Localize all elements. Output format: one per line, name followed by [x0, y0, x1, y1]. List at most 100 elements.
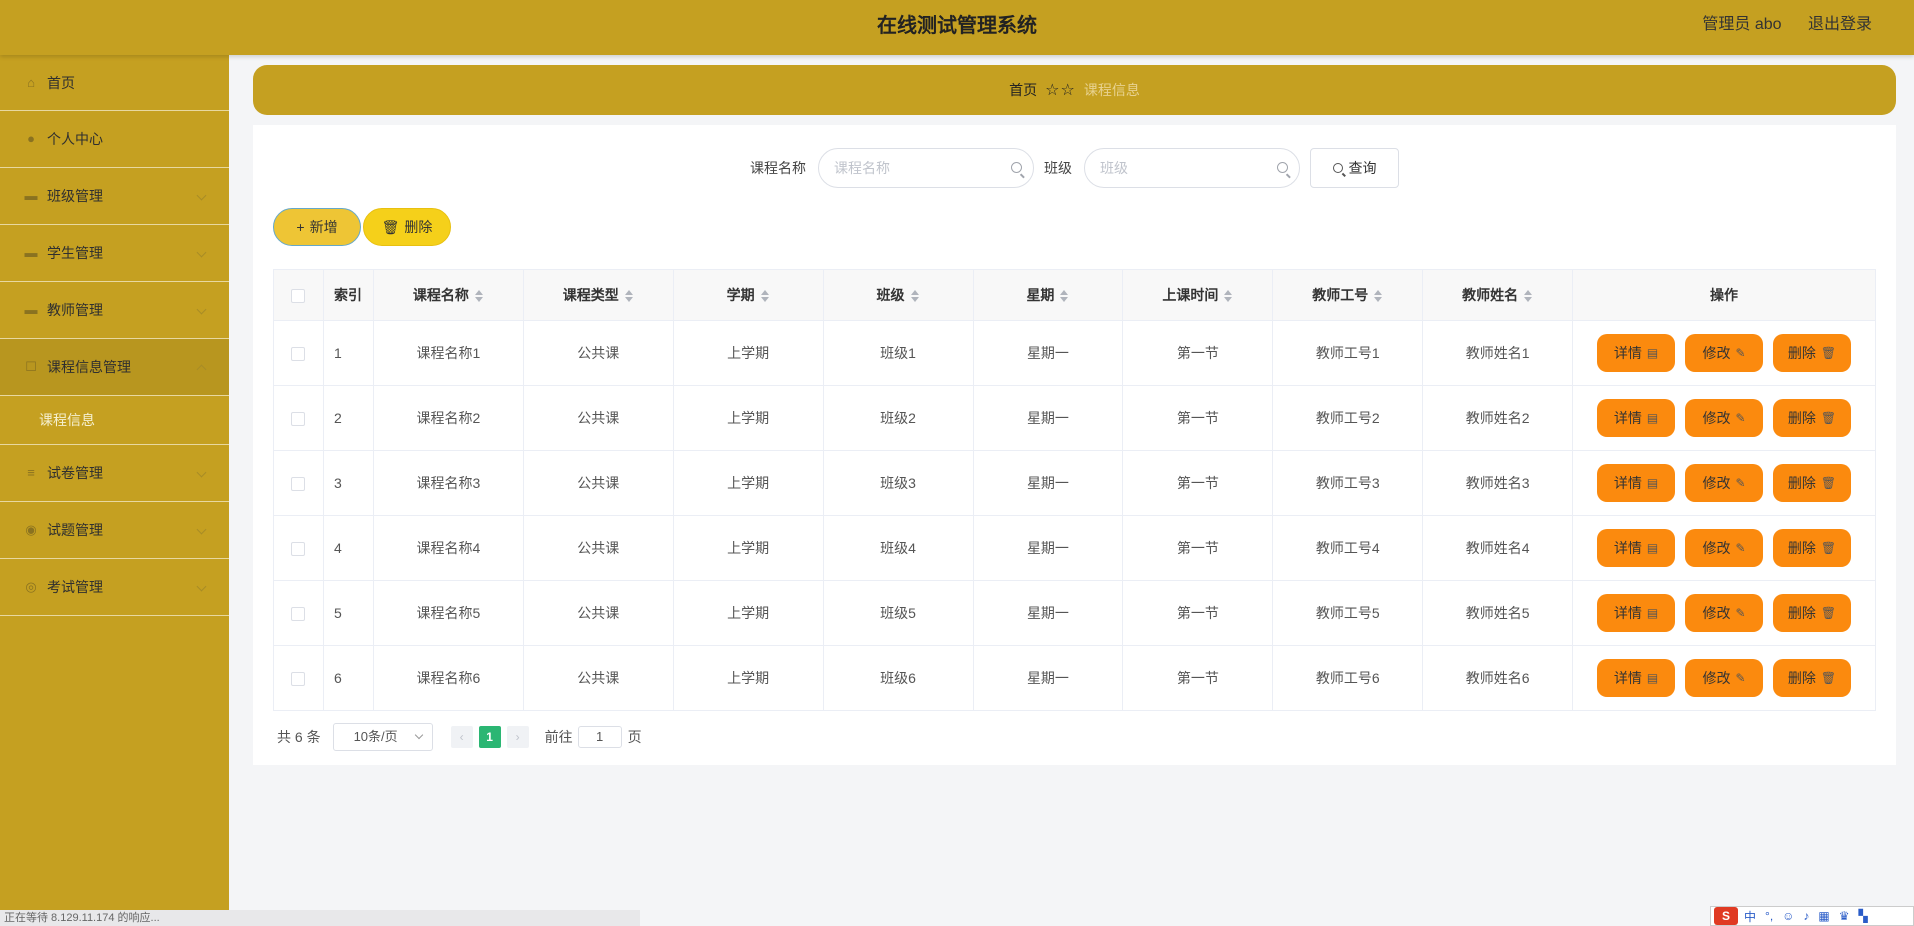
logout-link[interactable]: 退出登录: [1808, 16, 1872, 33]
sidebar-item-question[interactable]: ◉ 试题管理: [0, 502, 229, 559]
punctuation-icon[interactable]: °,: [1765, 909, 1773, 923]
microphone-icon[interactable]: ♪: [1803, 909, 1809, 923]
delete-button[interactable]: 删除 🗑: [1773, 659, 1852, 697]
batch-delete-button[interactable]: 🗑 删除: [363, 208, 451, 246]
edit-button[interactable]: 修改 ✎: [1685, 334, 1764, 372]
table-row: 2 课程名称2 公共课 上学期 班级2 星期一 第一节 教师工号2 教师姓名2 详情 ▤ 修改 ✎ 删除 🗑: [273, 385, 1876, 451]
delete-button[interactable]: 删除 🗑: [1773, 399, 1852, 437]
detail-button-label: 详情: [1613, 410, 1642, 426]
sort-icon[interactable]: [624, 289, 634, 303]
column-header-course-name[interactable]: 课程名称: [373, 269, 524, 321]
column-header-label: 上课时间: [1162, 287, 1219, 303]
column-header-term[interactable]: 学期: [673, 269, 824, 321]
add-button[interactable]: + 新增: [273, 208, 361, 246]
edit-button[interactable]: 修改 ✎: [1685, 399, 1764, 437]
edit-button[interactable]: 修改 ✎: [1685, 659, 1764, 697]
row-checkbox[interactable]: [291, 607, 306, 622]
app-title: 在线测试管理系统: [877, 15, 1037, 37]
row-select-cell: [273, 320, 324, 386]
sort-icon[interactable]: [910, 289, 920, 303]
sort-icon[interactable]: [1523, 289, 1533, 303]
sort-icon[interactable]: [1223, 289, 1233, 303]
sort-icon[interactable]: [474, 289, 484, 303]
column-header-weekday[interactable]: 星期: [973, 269, 1124, 321]
teacher-icon: ▬: [24, 302, 38, 317]
page-size-select[interactable]: 10条/页: [332, 723, 433, 751]
cell-course-name: 课程名称4: [373, 515, 524, 581]
skin-icon[interactable]: ♛: [1839, 909, 1850, 923]
cell-operations: 详情 ▤ 修改 ✎ 删除 🗑: [1572, 385, 1876, 451]
sort-icon[interactable]: [1059, 289, 1069, 303]
detail-button[interactable]: 详情 ▤: [1597, 594, 1676, 632]
sidebar-item-exam[interactable]: ◎ 考试管理: [0, 559, 229, 616]
student-icon: ▬: [24, 245, 38, 260]
query-button[interactable]: 查询: [1310, 148, 1399, 188]
detail-button[interactable]: 详情 ▤: [1597, 659, 1676, 697]
row-checkbox[interactable]: [291, 672, 306, 687]
detail-button[interactable]: 详情 ▤: [1597, 529, 1676, 567]
emoji-icon[interactable]: ☺: [1782, 909, 1794, 923]
ime-toolbar: S 中 °, ☺ ♪ ▦ ♛ ▚: [1710, 906, 1914, 926]
sidebar-item-teacher[interactable]: ▬ 教师管理: [0, 282, 229, 339]
table-row: 5 课程名称5 公共课 上学期 班级5 星期一 第一节 教师工号5 教师姓名5 详情 ▤ 修改 ✎ 删除 🗑: [273, 580, 1876, 646]
column-header-teacher-id[interactable]: 教师工号: [1272, 269, 1424, 321]
delete-button[interactable]: 删除 🗑: [1773, 594, 1852, 632]
cell-class-time: 第一节: [1122, 450, 1274, 516]
class-input[interactable]: [1085, 149, 1299, 187]
keyboard-icon[interactable]: ▦: [1818, 909, 1829, 923]
column-header-teacher-name[interactable]: 教师姓名: [1422, 269, 1574, 321]
home-icon: ⌂: [27, 74, 35, 90]
cell-class: 班级4: [823, 515, 974, 581]
chevron-down-icon: [196, 304, 207, 315]
page-number-button[interactable]: 1: [478, 726, 501, 748]
prev-page-button[interactable]: ‹: [450, 726, 473, 748]
column-header-class[interactable]: 班级: [823, 269, 974, 321]
row-checkbox[interactable]: [291, 542, 306, 557]
cell-teacher-id: 教师工号5: [1272, 580, 1424, 646]
breadcrumb-current: 课程信息: [1083, 82, 1140, 98]
column-header-course-type[interactable]: 课程类型: [523, 269, 674, 321]
detail-button[interactable]: 详情 ▤: [1597, 399, 1676, 437]
batch-delete-button-label: 删除: [404, 219, 433, 235]
ime-logo-icon[interactable]: S: [1714, 907, 1738, 925]
document-icon: ▤: [1646, 606, 1659, 620]
sidebar-item-class[interactable]: ▬ 班级管理: [0, 168, 229, 225]
row-checkbox[interactable]: [291, 477, 306, 492]
delete-button[interactable]: 删除 🗑: [1773, 464, 1852, 502]
sort-icon[interactable]: [760, 289, 770, 303]
sidebar-subitem-course-info[interactable]: 课程信息: [0, 396, 229, 445]
detail-button-label: 详情: [1613, 540, 1642, 556]
sidebar-item-paper[interactable]: ≡ 试卷管理: [0, 445, 229, 502]
edit-icon: ✎: [1735, 671, 1746, 685]
detail-button[interactable]: 详情 ▤: [1597, 334, 1676, 372]
sidebar-item-course-management[interactable]: ☐ 课程信息管理: [0, 339, 229, 396]
course-name-label: 课程名称: [750, 160, 806, 176]
ime-language-toggle[interactable]: 中: [1744, 908, 1756, 925]
user-icon: ●: [27, 131, 35, 146]
column-header-class-time[interactable]: 上课时间: [1122, 269, 1274, 321]
breadcrumb-home[interactable]: 首页: [1009, 80, 1037, 100]
course-name-input[interactable]: [819, 149, 1033, 187]
row-select-cell: [273, 580, 324, 646]
toolbox-icon[interactable]: ▚: [1859, 909, 1868, 923]
delete-button[interactable]: 删除 🗑: [1773, 529, 1852, 567]
sort-icon[interactable]: [1373, 289, 1383, 303]
edit-icon: ✎: [1735, 541, 1746, 555]
chevron-down-icon: [196, 247, 207, 258]
row-checkbox[interactable]: [291, 347, 306, 362]
cell-term: 上学期: [673, 320, 824, 386]
sidebar-item-home[interactable]: ⌂ 首页: [0, 55, 229, 111]
next-page-button[interactable]: ›: [506, 726, 529, 748]
row-checkbox[interactable]: [291, 412, 306, 427]
edit-button[interactable]: 修改 ✎: [1685, 464, 1764, 502]
cell-teacher-id: 教师工号3: [1272, 450, 1424, 516]
delete-button[interactable]: 删除 🗑: [1773, 334, 1852, 372]
cell-index: 1: [323, 320, 374, 386]
select-all-checkbox[interactable]: [291, 289, 306, 304]
sidebar-item-profile[interactable]: ● 个人中心: [0, 111, 229, 168]
goto-page-input[interactable]: 1: [577, 726, 622, 748]
edit-button[interactable]: 修改 ✎: [1685, 594, 1764, 632]
detail-button[interactable]: 详情 ▤: [1597, 464, 1676, 502]
edit-button[interactable]: 修改 ✎: [1685, 529, 1764, 567]
sidebar-item-student[interactable]: ▬ 学生管理: [0, 225, 229, 282]
